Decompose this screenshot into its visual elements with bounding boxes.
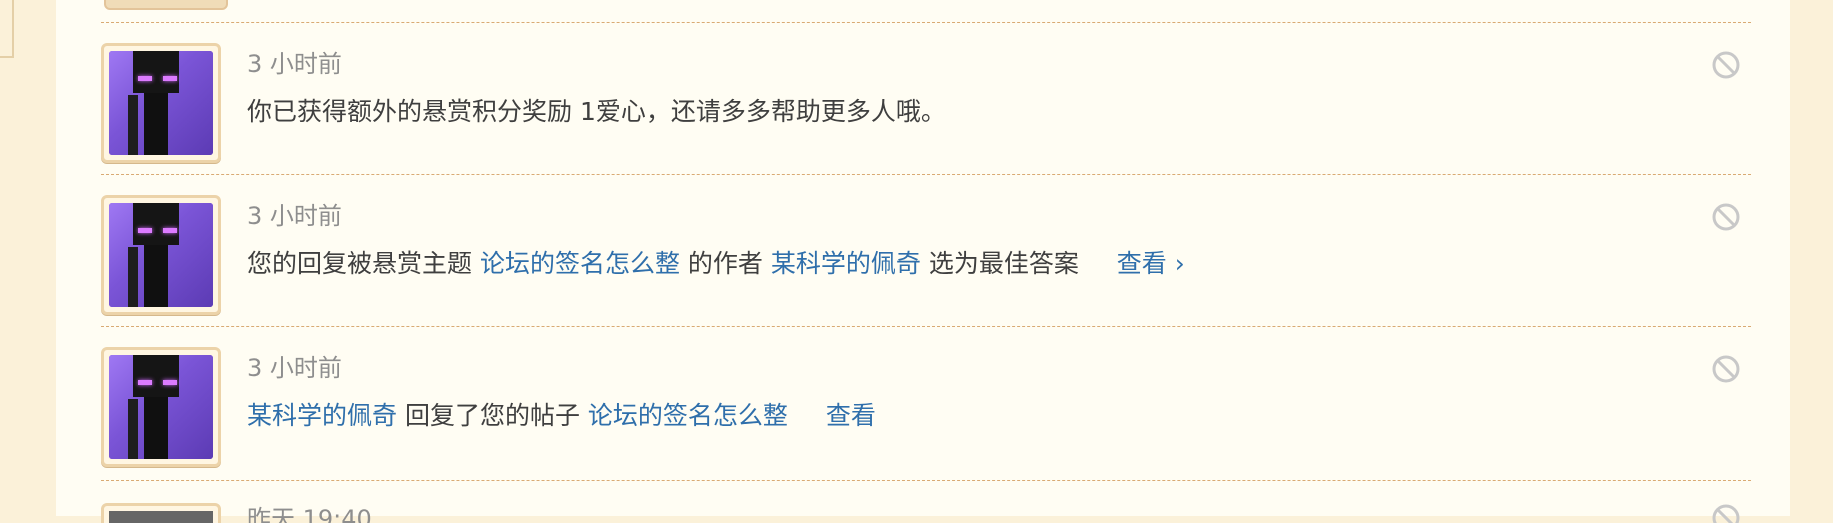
user-link[interactable]: 某科学的佩奇: [247, 401, 397, 430]
notice-time: 昨天 19:40: [247, 505, 372, 523]
notice-item: 3 小时前 您的回复被悬赏主题 论坛的签名怎么整 的作者 某科学的佩奇 选为最佳…: [101, 195, 1751, 347]
view-link[interactable]: 查看 ›: [1117, 249, 1185, 278]
avatar[interactable]: [101, 347, 221, 467]
divider: [101, 480, 1751, 481]
avatar[interactable]: [101, 503, 221, 523]
divider: [101, 22, 1751, 23]
ban-icon[interactable]: [1711, 202, 1741, 232]
avatar-image: [109, 51, 213, 155]
avatar-image: [109, 355, 213, 459]
notice-content: 你已获得额外的悬赏积分奖励 1爱心，还请多多帮助更多人哦。: [247, 95, 946, 129]
divider: [101, 326, 1751, 327]
notice-time: 3 小时前: [247, 202, 342, 230]
notice-item-partial: 昨天 19:40: [101, 503, 1751, 523]
notice-text: 回复了您的帖子: [404, 401, 588, 430]
thread-link[interactable]: 论坛的签名怎么整: [588, 401, 788, 430]
notification-list: 3 小时前 你已获得额外的悬赏积分奖励 1爱心，还请多多帮助更多人哦。 3 小时…: [56, 0, 1790, 523]
notice-item: 3 小时前 你已获得额外的悬赏积分奖励 1爱心，还请多多帮助更多人哦。: [101, 43, 1751, 195]
notice-item: 3 小时前 某科学的佩奇 回复了您的帖子 论坛的签名怎么整 查看: [101, 347, 1751, 499]
avatar-image: [109, 511, 213, 523]
ban-icon[interactable]: [1711, 50, 1741, 80]
thread-link[interactable]: 论坛的签名怎么整: [480, 249, 680, 278]
ban-icon[interactable]: [1711, 354, 1741, 384]
ban-icon[interactable]: [1711, 503, 1741, 523]
notice-time: 3 小时前: [247, 354, 342, 382]
avatar[interactable]: [101, 43, 221, 163]
notice-text: 的作者: [687, 249, 771, 278]
view-link[interactable]: 查看: [826, 401, 876, 430]
avatar-image: [109, 203, 213, 307]
user-link[interactable]: 某科学的佩奇: [771, 249, 921, 278]
notice-time: 3 小时前: [247, 50, 342, 78]
notice-text: 您的回复被悬赏主题: [247, 249, 480, 278]
avatar[interactable]: [101, 195, 221, 315]
partial-avatar-top: [104, 0, 228, 10]
notice-content: 您的回复被悬赏主题 论坛的签名怎么整 的作者 某科学的佩奇 选为最佳答案 查看 …: [247, 247, 1185, 281]
notice-content: 某科学的佩奇 回复了您的帖子 论坛的签名怎么整 查看: [247, 399, 876, 433]
notice-text: 选为最佳答案: [928, 249, 1079, 278]
left-tab: [0, 0, 14, 58]
notice-text: 你已获得额外的悬赏积分奖励 1爱心，还请多多帮助更多人哦。: [247, 97, 946, 126]
divider: [101, 174, 1751, 175]
